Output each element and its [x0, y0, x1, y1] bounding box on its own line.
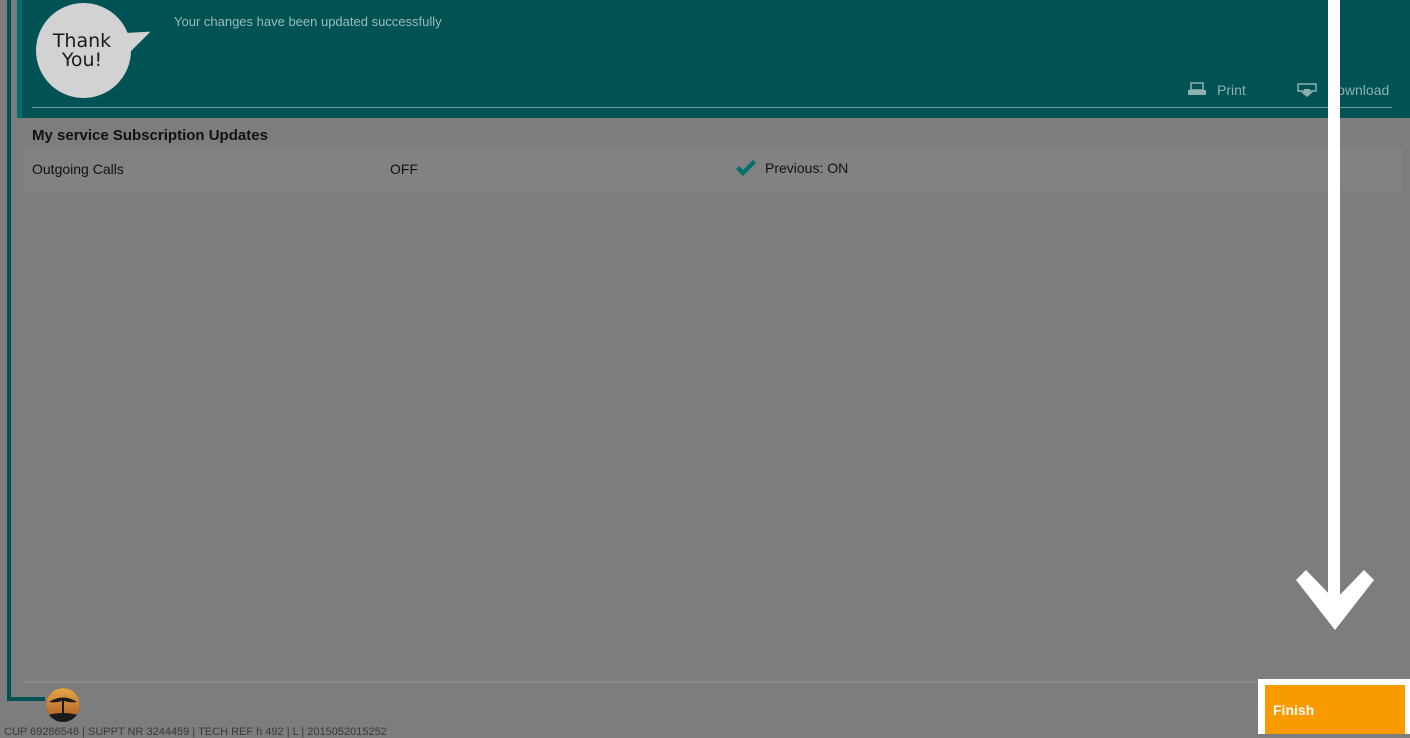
- print-label: Print: [1217, 82, 1246, 98]
- service-value: OFF: [390, 161, 418, 177]
- download-icon: [1297, 82, 1317, 98]
- service-name: Outgoing Calls: [32, 161, 124, 177]
- down-arrow-shaft: [1328, 0, 1340, 618]
- left-accent-line: [7, 0, 11, 700]
- thank-you-text: Thank You!: [52, 30, 112, 71]
- print-link[interactable]: Print: [1187, 82, 1246, 98]
- footer-reference: CUP 69286546 | SUPPT NR 3244459 | TECH R…: [4, 726, 387, 738]
- finish-button[interactable]: Finish: [1265, 685, 1405, 734]
- success-message: Your changes have been updated successfu…: [174, 14, 442, 29]
- previous-status: Previous: ON: [735, 159, 848, 177]
- content-bottom-border: [23, 681, 1410, 683]
- download-link[interactable]: Download: [1297, 82, 1389, 98]
- header-edge: [17, 0, 22, 118]
- bank-logo: [46, 688, 80, 722]
- previous-status-text: Previous: ON: [765, 160, 849, 176]
- header-divider: [32, 107, 1392, 108]
- checkmark-icon: [735, 159, 757, 177]
- section-title: My service Subscription Updates: [32, 127, 268, 144]
- table-row: Outgoing Calls OFF Previous: ON: [23, 148, 1402, 191]
- print-icon: [1187, 82, 1207, 98]
- down-arrow-icon: [1294, 570, 1376, 637]
- left-accent-line-foot: [7, 697, 45, 701]
